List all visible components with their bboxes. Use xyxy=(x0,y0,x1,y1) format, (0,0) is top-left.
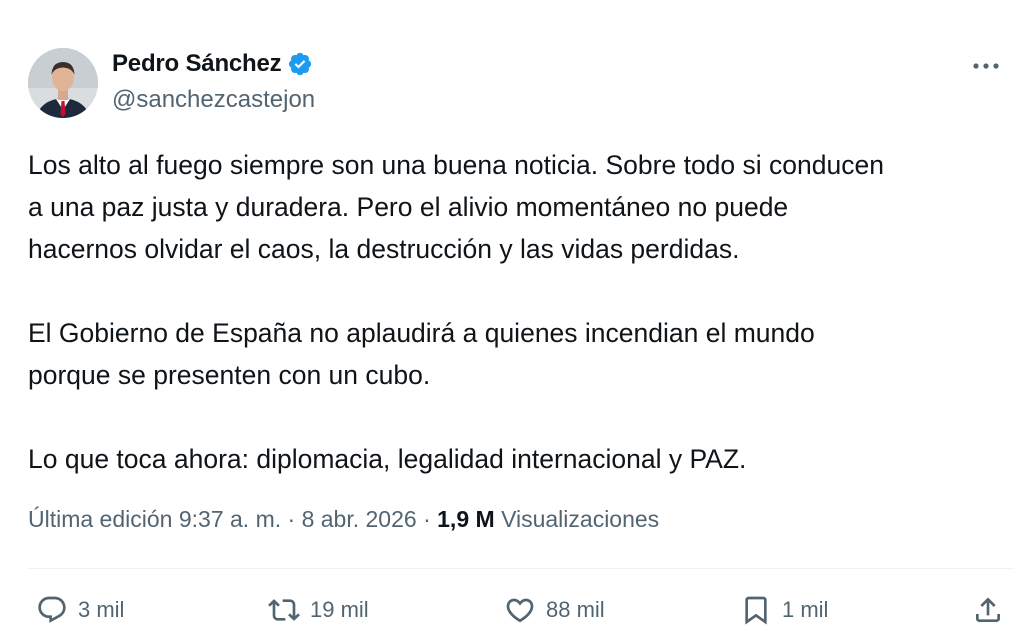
bookmark-count: 1 mil xyxy=(782,597,829,622)
meta-separator: · xyxy=(287,506,296,532)
bookmark-icon xyxy=(745,596,767,625)
reply-button[interactable]: 3 mil xyxy=(36,588,124,632)
divider xyxy=(28,568,1014,569)
retweet-icon xyxy=(268,599,300,621)
retweet-count: 19 mil xyxy=(310,597,369,622)
share-icon xyxy=(976,597,1000,622)
tweet-text: Los alto al fuego siempre son una buena … xyxy=(28,144,1008,480)
avatar[interactable] xyxy=(28,48,98,118)
reply-count: 3 mil xyxy=(78,597,125,622)
tweet-card: Pedro Sánchez @sanchezcastejon Los alto … xyxy=(0,0,1024,638)
tweet-text-line: hacernos olvidar el caos, la destrucción… xyxy=(28,234,740,264)
tweet-meta: Última edición 9:37 a. m. · 8 abr. 2026 … xyxy=(28,506,659,533)
tweet-text-line: porque se presenten con un cubo. xyxy=(28,360,431,390)
like-count: 88 mil xyxy=(546,597,605,622)
tweet-text-line: El Gobierno de España no aplaudirá a qui… xyxy=(28,318,815,348)
tweet-time[interactable]: 9:37 a. m. xyxy=(179,506,281,532)
verified-badge-icon[interactable] xyxy=(287,51,313,77)
tweet-text-line: Lo que toca ahora: diplomacia, legalidad… xyxy=(28,444,747,474)
meta-separator: · xyxy=(423,506,431,532)
share-button[interactable] xyxy=(972,588,1004,632)
tweet-text-line: a una paz justa y duradera. Pero el aliv… xyxy=(28,192,789,222)
action-bar: 3 mil 19 mil 88 mil 1 mil xyxy=(0,588,1024,632)
author-name-row: Pedro Sánchez xyxy=(112,50,313,78)
more-options-icon[interactable] xyxy=(972,52,1000,80)
bookmark-button[interactable]: 1 mil xyxy=(740,588,828,632)
heart-icon xyxy=(506,598,534,623)
author-handle[interactable]: @sanchezcastejon xyxy=(112,86,315,114)
tweet-text-line: Los alto al fuego siempre son una buena … xyxy=(28,150,884,180)
tweet-date[interactable]: 8 abr. 2026 xyxy=(302,506,417,532)
display-name[interactable]: Pedro Sánchez xyxy=(112,50,282,78)
like-button[interactable]: 88 mil xyxy=(504,588,605,632)
retweet-button[interactable]: 19 mil xyxy=(268,588,369,632)
edited-label[interactable]: Última edición xyxy=(28,506,172,532)
views-count: 1,9 M xyxy=(437,506,495,532)
reply-icon xyxy=(38,596,66,623)
views-label: Visualizaciones xyxy=(501,506,660,532)
